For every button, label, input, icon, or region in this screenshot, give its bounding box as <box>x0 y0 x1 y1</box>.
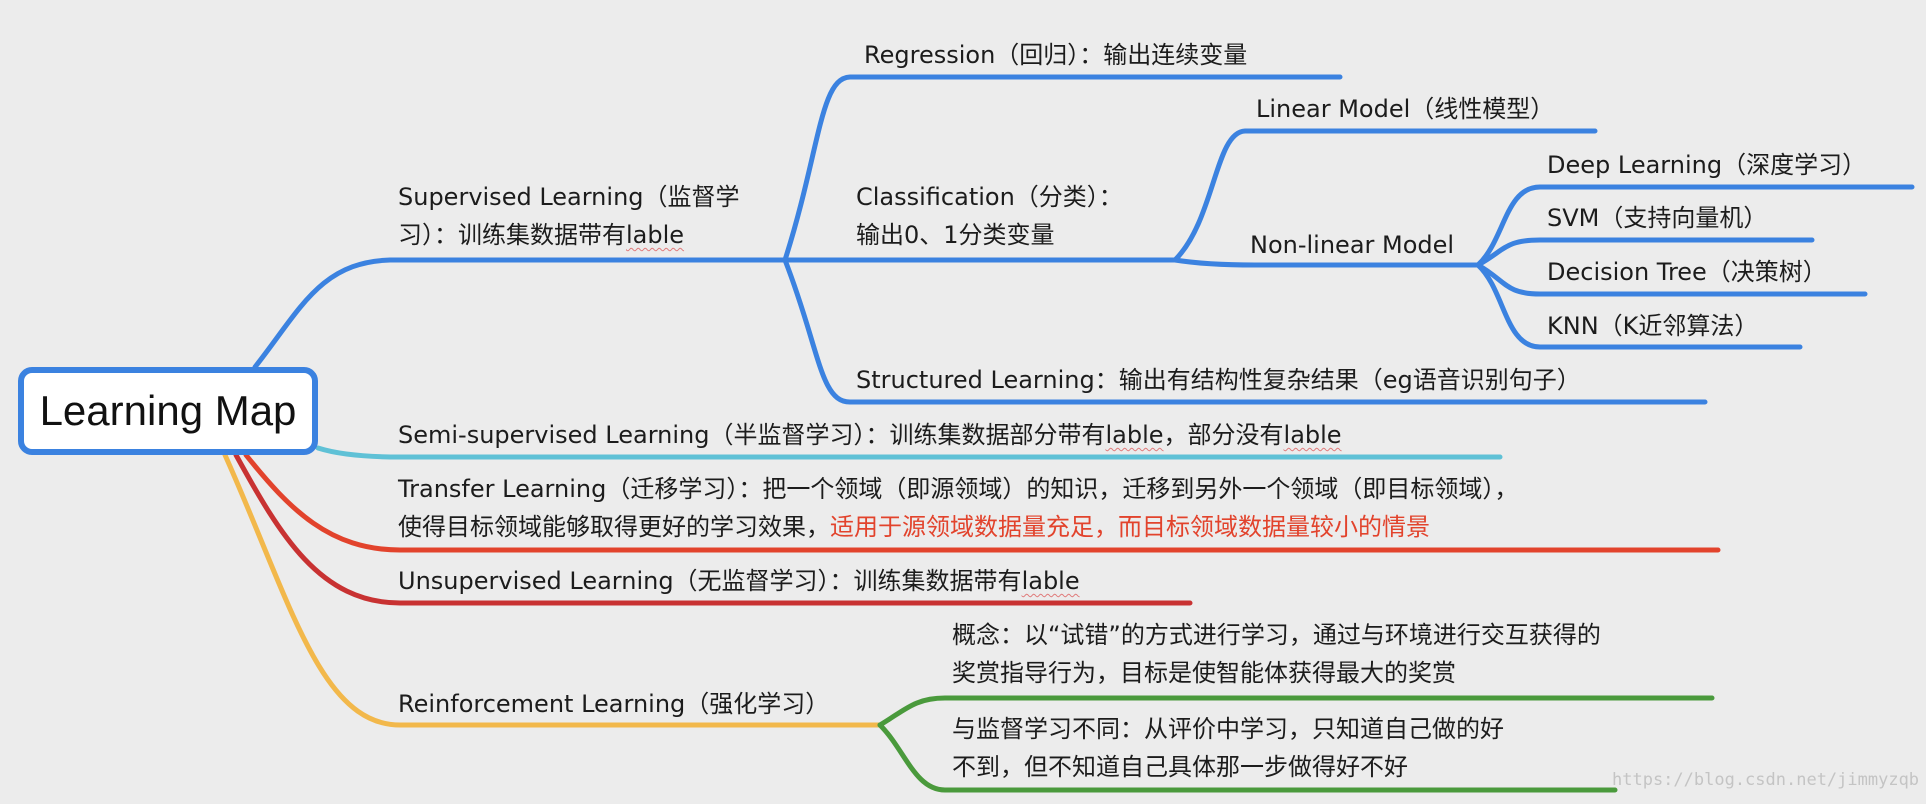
rl-concept-line2: 奖赏指导行为，目标是使智能体获得最大的奖赏 <box>952 659 1456 687</box>
regression-label: Regression（回归）：输出连续变量 <box>864 41 1248 69</box>
rl-difference-line1: 与监督学习不同：从评价中学习，只知道自己做的好 <box>952 715 1504 743</box>
decision-tree-node[interactable]: Decision Tree（决策树） <box>1547 253 1827 291</box>
unsupervised-learning-node[interactable]: Unsupervised Learning（无监督学习）：训练集数据带有labl… <box>398 562 1080 600</box>
classification-line1: Classification（分类）： <box>856 183 1123 211</box>
svm-label: SVM（支持向量机） <box>1547 204 1768 232</box>
rl-concept-node[interactable]: 概念：以“试错”的方式进行学习，通过与环境进行交互获得的 奖赏指导行为，目标是使… <box>952 616 1601 692</box>
supervised-line1: Supervised Learning（监督学 <box>398 183 740 211</box>
linear-model-node[interactable]: Linear Model（线性模型） <box>1256 90 1554 128</box>
linear-model-label: Linear Model（线性模型） <box>1256 95 1555 123</box>
supervised-learning-node[interactable]: Supervised Learning（监督学 习）：训练集数据带有lable <box>398 178 740 254</box>
decision-tree-label: Decision Tree（决策树） <box>1547 258 1827 286</box>
nonlinear-model-label: Non-linear Model <box>1250 231 1455 259</box>
rl-difference-line2: 不到，但不知道自己具体那一步做得好不好 <box>952 753 1408 781</box>
root-label: Learning Map <box>39 387 297 434</box>
regression-node[interactable]: Regression（回归）：输出连续变量 <box>864 36 1247 74</box>
svm-node[interactable]: SVM（支持向量机） <box>1547 199 1767 237</box>
root-node[interactable]: Learning Map <box>18 367 318 455</box>
knn-node[interactable]: KNN（K近邻算法） <box>1547 307 1758 345</box>
connector-supervised <box>252 257 788 370</box>
transfer-note: 适用于源领域数据量充足，而目标领域数据量较小的情景 <box>830 513 1430 541</box>
classification-node[interactable]: Classification（分类）： 输出0、1分类变量 <box>856 178 1123 254</box>
reinforcement-label: Reinforcement Learning（强化学习） <box>398 690 830 718</box>
transfer-line2: 使得目标领域能够取得更好的学习效果，适用于源领域数据量充足，而目标领域数据量较小… <box>398 513 1430 541</box>
rl-difference-node[interactable]: 与监督学习不同：从评价中学习，只知道自己做的好 不到，但不知道自己具体那一步做得… <box>952 710 1504 786</box>
reinforcement-learning-node[interactable]: Reinforcement Learning（强化学习） <box>398 685 829 723</box>
semi-supervised-learning-node[interactable]: Semi-supervised Learning（半监督学习）：训练集数据部分带… <box>398 416 1342 454</box>
watermark: https://blog.csdn.net/jimmyzqb <box>1612 770 1920 790</box>
structured-learning-label: Structured Learning：输出有结构性复杂结果（eg语音识别句子） <box>856 366 1581 394</box>
nonlinear-model-node[interactable]: Non-linear Model <box>1250 226 1454 264</box>
structured-learning-node[interactable]: Structured Learning：输出有结构性复杂结果（eg语音识别句子） <box>856 361 1581 399</box>
knn-label: KNN（K近邻算法） <box>1547 312 1759 340</box>
transfer-line1: Transfer Learning（迁移学习）：把一个领域（即源领域）的知识，迁… <box>398 475 1519 503</box>
transfer-learning-node[interactable]: Transfer Learning（迁移学习）：把一个领域（即源领域）的知识，迁… <box>398 470 1518 546</box>
supervised-line2: 习）：训练集数据带有lable <box>398 221 685 249</box>
classification-line2: 输出0、1分类变量 <box>856 221 1055 249</box>
deep-learning-node[interactable]: Deep Learning（深度学习） <box>1547 146 1866 184</box>
rl-concept-line1: 概念：以“试错”的方式进行学习，通过与环境进行交互获得的 <box>952 621 1601 649</box>
deep-learning-label: Deep Learning（深度学习） <box>1547 151 1867 179</box>
